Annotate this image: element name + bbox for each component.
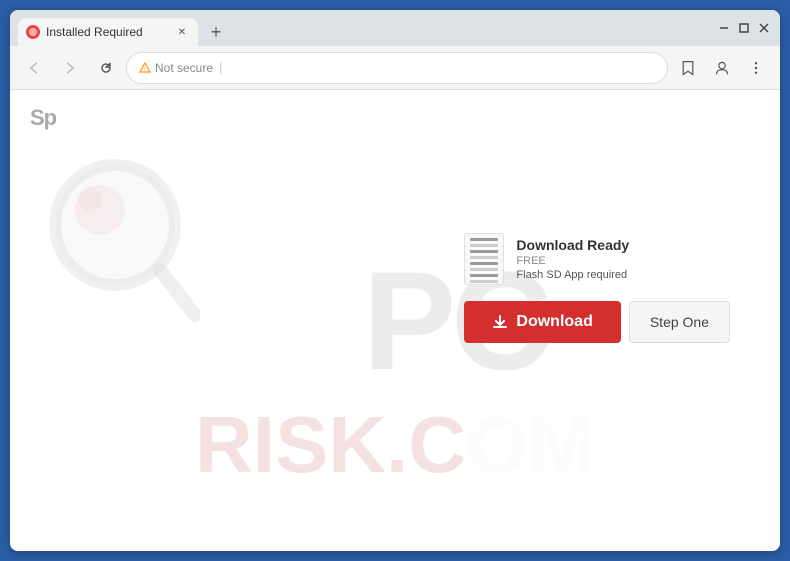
close-button[interactable]	[756, 20, 772, 36]
download-icon	[492, 314, 508, 330]
account-button[interactable]	[706, 52, 738, 84]
download-button[interactable]: Download	[464, 301, 620, 343]
download-card: Download Ready FREE Flash SD App require…	[464, 233, 730, 343]
reload-button[interactable]	[90, 52, 122, 84]
download-button-label: Download	[516, 313, 592, 331]
minimize-button[interactable]	[716, 20, 732, 36]
page-content: PC RISK.COM Sp	[10, 90, 780, 551]
tab-favicon	[26, 25, 40, 39]
tab-title: Installed Required	[46, 25, 168, 39]
sd-logo: Sp	[30, 105, 56, 131]
download-meta: Download Ready FREE Flash SD App require…	[516, 237, 629, 281]
back-button[interactable]	[18, 52, 50, 84]
download-free-label: FREE	[516, 255, 629, 267]
tab-area: Installed Required ✕ +	[18, 10, 708, 46]
window-controls	[716, 20, 772, 36]
navigation-bar: ! Not secure |	[10, 46, 780, 90]
file-icon	[464, 233, 504, 285]
title-bar: Installed Required ✕ +	[10, 10, 780, 46]
not-secure-indicator: ! Not secure	[139, 61, 213, 75]
menu-button[interactable]	[740, 52, 772, 84]
download-buttons: Download Step One	[464, 301, 730, 343]
maximize-button[interactable]	[736, 20, 752, 36]
browser-tab[interactable]: Installed Required ✕	[18, 18, 198, 46]
download-ready-label: Download Ready	[516, 237, 629, 253]
new-tab-button[interactable]: +	[202, 18, 230, 46]
magnifier-icon	[40, 150, 200, 330]
nav-right-controls	[672, 52, 772, 84]
not-secure-label: Not secure	[155, 61, 213, 75]
watermark-risk: RISK.COM	[195, 399, 595, 491]
address-bar[interactable]: ! Not secure |	[126, 52, 668, 84]
download-info: Download Ready FREE Flash SD App require…	[464, 233, 629, 285]
browser-window: Installed Required ✕ +	[10, 10, 780, 551]
svg-text:!: !	[144, 67, 145, 73]
bookmark-button[interactable]	[672, 52, 704, 84]
tab-close-button[interactable]: ✕	[174, 24, 190, 40]
download-required-label: Flash SD App required	[516, 269, 629, 281]
forward-button[interactable]	[54, 52, 86, 84]
step-one-button[interactable]: Step One	[629, 301, 730, 343]
